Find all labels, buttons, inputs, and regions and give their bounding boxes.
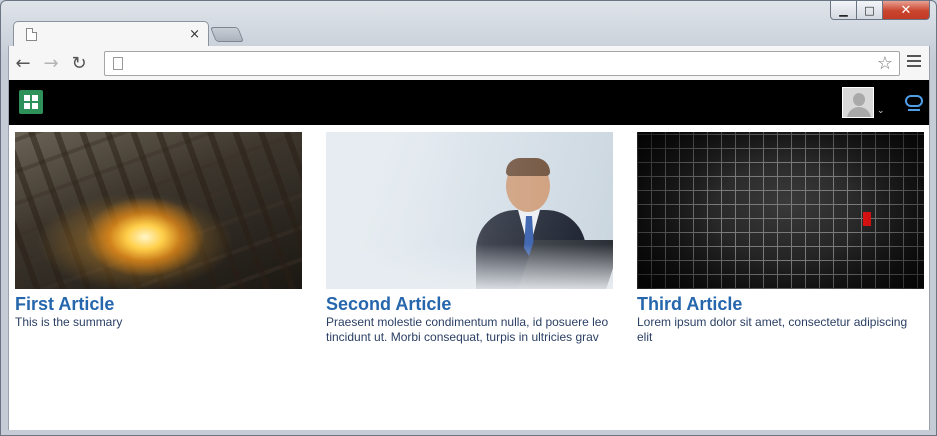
forward-button[interactable]: → [37,49,65,77]
tab-close-icon[interactable]: × [189,27,200,42]
new-tab-button[interactable] [209,27,245,42]
bookmark-star-icon[interactable]: ☆ [877,53,893,74]
address-input[interactable] [131,56,877,71]
maximize-button[interactable]: □ [857,1,883,20]
close-window-button[interactable]: ✕ [883,1,930,20]
app-header: ⌄ [9,80,929,125]
article-title[interactable]: Third Article [637,294,924,314]
back-button[interactable]: ← [9,49,37,77]
page-icon [113,57,123,70]
businessman-image[interactable] [326,132,613,289]
signout-icon[interactable] [905,95,923,111]
hamburger-menu-icon[interactable] [907,54,921,68]
page-icon [26,28,37,41]
chevron-down-icon[interactable]: ⌄ [877,106,885,116]
browser-toolbar: ← → ↻ ☆ [8,46,930,80]
article-list: First Article This is the summary Second… [15,132,925,345]
address-bar[interactable]: ☆ [104,51,900,76]
article-summary: Praesent molestie condimentum nulla, id … [326,315,609,344]
factory-sparks-image[interactable] [15,132,302,289]
dark-grid-image[interactable] [637,132,924,289]
article-summary: This is the summary [15,315,123,329]
window-bottom-border [1,430,936,435]
article-title[interactable]: Second Article [326,294,613,314]
browser-window: ▁ □ ✕ × ← → ↻ ☆ ⌄ First Article This is … [0,0,937,436]
article-summary: Lorem ipsum dolor sit amet, consectetur … [637,315,908,344]
article-title[interactable]: First Article [15,294,302,314]
browser-tab[interactable]: × [13,21,209,47]
grid-logo-icon[interactable] [19,90,43,114]
window-caption-buttons: ▁ □ ✕ [830,1,930,21]
article-card[interactable]: Second Article Praesent molestie condime… [326,132,613,345]
minimize-button[interactable]: ▁ [830,1,857,20]
reload-button[interactable]: ↻ [65,49,93,77]
user-avatar-icon[interactable] [842,87,874,118]
article-card[interactable]: Third Article Lorem ipsum dolor sit amet… [637,132,924,345]
page-viewport: ⌄ First Article This is the summary Seco… [8,80,930,430]
article-card[interactable]: First Article This is the summary [15,132,302,345]
